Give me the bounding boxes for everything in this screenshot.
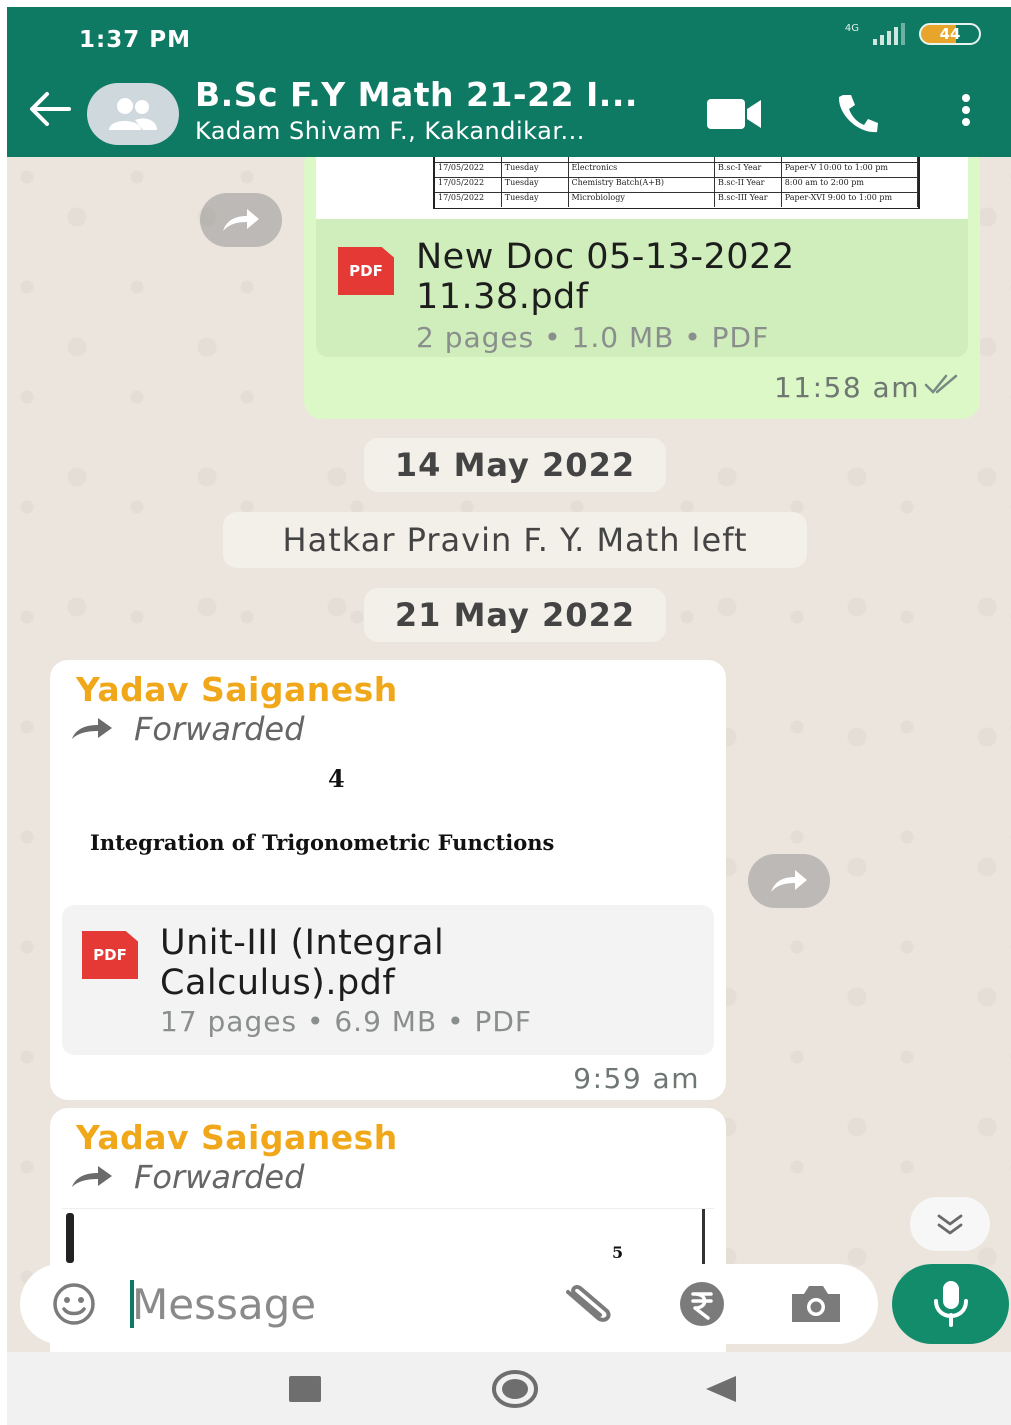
- system-navigation-bar: [7, 1352, 1011, 1425]
- document-preview[interactable]: 17/05/2022TuesdayEnvironmental SciencesB…: [316, 157, 968, 219]
- group-avatar-icon[interactable]: [87, 83, 179, 145]
- mic-icon: [933, 1281, 968, 1327]
- message-input[interactable]: [132, 1276, 532, 1332]
- outgoing-document-message[interactable]: 17/05/2022TuesdayEnvironmental SciencesB…: [304, 157, 980, 419]
- preview-table-cell: Environmental Sciences: [569, 157, 715, 162]
- preview-table-cell: B.sc-II Year: [715, 178, 782, 192]
- text-caret: [130, 1280, 134, 1328]
- chat-header: 1:37 PM 4G 44 B.Sc F.Y Math 21-22 I... K…: [7, 7, 1011, 157]
- preview-table-cell: B.sc-III Year: [715, 193, 782, 207]
- emoji-icon[interactable]: [46, 1282, 102, 1326]
- preview-table-cell: 17/05/2022: [435, 193, 502, 207]
- system-message: Hatkar Pravin F. Y. Math left: [223, 512, 807, 568]
- preview-heading: Integration of Trigonometric Functions: [90, 830, 555, 855]
- preview-edge: [66, 1213, 74, 1263]
- preview-table-cell: Microbiology: [569, 193, 715, 207]
- square-icon: [289, 1375, 321, 1402]
- forward-button[interactable]: [200, 193, 282, 247]
- preview-table-cell: Tuesday: [502, 178, 569, 192]
- message-composer: [20, 1264, 878, 1344]
- preview-edge: [702, 1209, 705, 1265]
- preview-table-cell: Paper-XVI 9:00 to 1:00 pm: [782, 193, 918, 207]
- forward-icon: [223, 209, 259, 231]
- scroll-down-button[interactable]: [910, 1197, 990, 1251]
- pdf-file-icon: PDF: [338, 247, 394, 295]
- preview-table-cell: B.sc-I Year: [715, 163, 782, 177]
- signal-icon: [873, 23, 905, 45]
- video-call-icon[interactable]: [707, 97, 763, 131]
- preview-table-row: 17/05/2022 Tuesday Chemistry Batch(A+B) B.s…: [435, 177, 918, 192]
- forward-icon: [771, 870, 807, 892]
- document-meta: 2 pages • 1.0 MB • PDF: [416, 321, 770, 354]
- home-button[interactable]: [483, 1352, 547, 1425]
- preview-table-cell: Chemistry Batch(A+B): [569, 178, 715, 192]
- forward-icon: [72, 1166, 112, 1187]
- message-time: 9:59 am: [573, 1062, 700, 1095]
- status-icons: 4G 44: [845, 23, 981, 45]
- forwarded-label: Forwarded: [70, 710, 304, 748]
- recent-apps-button[interactable]: [273, 1352, 337, 1425]
- camera-icon[interactable]: [788, 1282, 844, 1326]
- preview-table-cell: 17/05/2022: [435, 178, 502, 192]
- preview-table-row: 17/05/2022 Tuesday Microbiology B.sc-III Ye…: [435, 192, 918, 207]
- sender-name[interactable]: Yadav Saiganesh: [76, 1118, 398, 1157]
- double-check-icon: [924, 374, 958, 394]
- preview-table-cell: 8:00 am to 2:00 pm: [782, 178, 918, 192]
- document-card[interactable]: PDF New Doc 05-13-2022 11.38.pdf 2 pages…: [316, 219, 968, 357]
- preview-table: 17/05/2022TuesdayEnvironmental SciencesB…: [433, 157, 920, 209]
- forward-button[interactable]: [748, 854, 830, 908]
- more-vert-icon[interactable]: [959, 93, 973, 127]
- back-arrow-icon[interactable]: [25, 89, 73, 129]
- document-name: New Doc 05-13-2022 11.38.pdf: [416, 237, 795, 317]
- date-divider: 14 May 2022: [364, 438, 666, 492]
- scroll-down-icon: [937, 1214, 963, 1235]
- incoming-document-message[interactable]: Yadav Saiganesh Forwarded 4 Integration …: [50, 660, 726, 1100]
- preview-table-row: 17/05/2022 Tuesday Electronics B.sc-I Year P…: [435, 162, 918, 177]
- pdf-file-icon: PDF: [82, 931, 138, 979]
- preview-table-cell: Tuesday: [502, 157, 569, 162]
- triangle-back-icon: [706, 1375, 736, 1402]
- preview-table-cell: Paper-V 10:00 to 1:00 pm: [782, 163, 918, 177]
- preview-table-cell: Electronics: [569, 163, 715, 177]
- document-preview[interactable]: 5: [62, 1208, 714, 1268]
- forwarded-text: Forwarded: [134, 710, 305, 748]
- preview-table-cell: Tuesday: [502, 163, 569, 177]
- preview-table-row: 17/05/2022TuesdayEnvironmental SciencesB…: [435, 157, 918, 162]
- forwarded-text: Forwarded: [134, 1158, 305, 1196]
- phone-icon[interactable]: [835, 93, 879, 135]
- chat-area[interactable]: 17/05/2022TuesdayEnvironmental SciencesB…: [7, 157, 1011, 1352]
- forward-icon: [72, 718, 112, 739]
- message-time: 11:58 am: [773, 371, 920, 404]
- document-card[interactable]: PDF Unit-III (Integral Calculus).pdf 17 …: [62, 905, 714, 1055]
- chat-participants[interactable]: Kadam Shivam F., Kakandikar...: [195, 117, 585, 145]
- attach-icon[interactable]: [560, 1284, 616, 1324]
- back-nav-button[interactable]: [689, 1352, 753, 1425]
- chat-title[interactable]: B.Sc F.Y Math 21-22 I...: [195, 75, 638, 114]
- forwarded-label: Forwarded: [70, 1158, 304, 1196]
- status-time: 1:37 PM: [79, 27, 191, 53]
- mic-button[interactable]: [892, 1264, 1009, 1344]
- rupee-icon[interactable]: [676, 1280, 728, 1328]
- date-divider: 21 May 2022: [364, 588, 666, 642]
- preview-table-cell: 17/05/2022: [435, 163, 502, 177]
- document-meta: 17 pages • 6.9 MB • PDF: [160, 1005, 533, 1038]
- preview-page-number: 4: [328, 764, 345, 793]
- preview-table-cell: Tuesday: [502, 193, 569, 207]
- preview-table-cell: Paper-...: [782, 157, 918, 162]
- preview-table-cell: B.Sc-I Year: [715, 157, 782, 162]
- document-name: Unit-III (Integral Calculus).pdf: [160, 923, 445, 1003]
- battery-icon: 44: [919, 23, 981, 45]
- preview-page-number: 5: [612, 1243, 624, 1262]
- preview-table-cell: 17/05/2022: [435, 157, 502, 162]
- home-circle-icon: [492, 1369, 538, 1408]
- sender-name[interactable]: Yadav Saiganesh: [76, 670, 398, 709]
- network-type: 4G: [844, 22, 859, 34]
